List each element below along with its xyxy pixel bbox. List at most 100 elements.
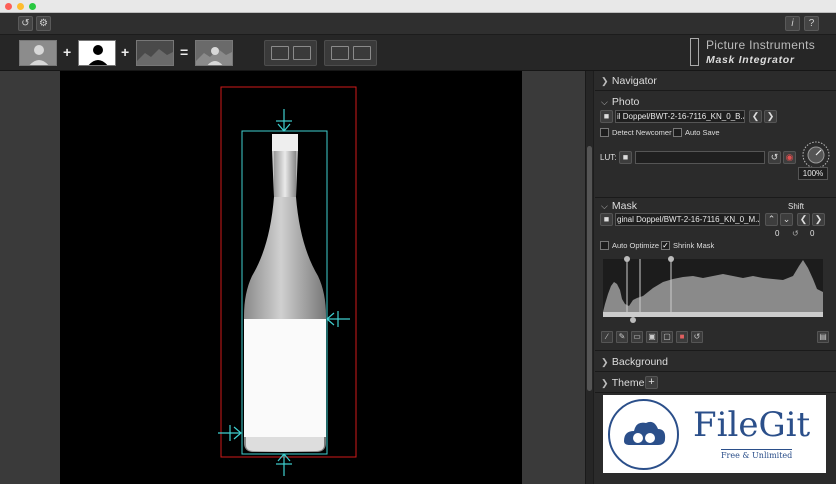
auto-optimize-label: Auto Optimize — [612, 241, 660, 250]
panel-scrollbar[interactable] — [586, 71, 594, 484]
eye-icon: ◉ — [785, 152, 794, 162]
theme-section: ❯ Theme + — [595, 373, 836, 393]
white-point-handle[interactable] — [668, 256, 674, 262]
lut-intensity-knob[interactable] — [801, 140, 831, 170]
close-window-button[interactable] — [5, 3, 12, 10]
chevron-right-icon: ❯ — [601, 76, 609, 86]
settings-button[interactable]: ⚙ — [36, 16, 51, 31]
minimize-window-button[interactable] — [17, 3, 24, 10]
brush-icon[interactable]: ∕ — [601, 331, 613, 343]
plus-operator: + — [121, 44, 130, 60]
photo-folder-button[interactable]: ■ — [600, 110, 613, 123]
add-theme-button[interactable]: + — [645, 376, 658, 389]
background-section: ❯ Background — [595, 352, 836, 372]
chevron-left-icon: ❮ — [799, 214, 808, 224]
lut-reset-button[interactable]: ↺ — [768, 151, 781, 164]
theme-header[interactable]: ❯ Theme — [601, 377, 644, 389]
chevron-left-icon: ❮ — [751, 111, 760, 121]
image-save-icon[interactable] — [293, 46, 311, 60]
bottle-label — [244, 319, 326, 437]
mask-export-icon[interactable]: ▤ — [817, 331, 829, 343]
lut-field[interactable] — [635, 151, 765, 164]
mask-folder-button[interactable]: ■ — [600, 213, 613, 226]
app-window: ↺ ⚙ i ? + + = Picture Instruments Mask I… — [0, 0, 836, 484]
undo-icon[interactable]: ↺ — [691, 331, 703, 343]
lut-preview-toggle[interactable]: ◉ — [783, 151, 796, 164]
photo-next-button[interactable]: ❯ — [764, 110, 777, 123]
photo-header[interactable]: ⌵ Photo — [601, 96, 639, 108]
auto-save-checkbox[interactable] — [673, 128, 682, 137]
workflow-bar: + + = Picture Instruments Mask Integrato… — [0, 35, 836, 71]
pencil-icon[interactable]: ✎ — [616, 331, 628, 343]
photo-prev-button[interactable]: ❮ — [749, 110, 762, 123]
background-thumbnail[interactable] — [136, 40, 174, 66]
app-logo: Picture Instruments Mask Integrator — [690, 37, 828, 69]
photo-file-field[interactable]: il Doppel/BWT-2-16-7116_KN_0_B.JPG — [615, 110, 745, 123]
filegit-watermark: FileGit Free & Unlimited — [603, 395, 826, 473]
silhouette-icon — [88, 45, 108, 65]
photo-section: ⌵ Photo ■ il Doppel/BWT-2-16-7116_KN_0_B… — [595, 92, 836, 198]
info-icon: i — [791, 18, 794, 29]
lut-label: LUT: — [600, 153, 617, 162]
background-header[interactable]: ❯ Background — [601, 356, 668, 368]
mask-file-field[interactable]: ginal Doppel/BWT-2-16-7116_KN_0_M.JPG — [615, 213, 760, 226]
shrink-mask-label: Shrink Mask — [673, 241, 715, 250]
landscape-icon — [137, 49, 173, 65]
reset-button[interactable]: ↺ — [18, 16, 33, 31]
title-bar — [0, 0, 836, 13]
detect-newcomer-label: Detect Newcomer — [612, 128, 672, 137]
photo-thumbnail[interactable] — [19, 40, 57, 66]
mask-add-icon[interactable]: ▣ — [646, 331, 658, 343]
watermark-name: FileGit — [693, 405, 811, 445]
mask-histogram[interactable] — [603, 254, 823, 324]
chevron-right-icon: ❯ — [766, 111, 775, 121]
folder-icon[interactable] — [331, 46, 349, 60]
black-point-handle[interactable] — [624, 256, 630, 262]
gear-icon: ⚙ — [39, 18, 48, 29]
watermark-tagline: Free & Unlimited — [721, 449, 793, 460]
canvas-area — [0, 71, 585, 484]
mask-invert-icon[interactable]: ■ — [676, 331, 688, 343]
plus-operator: + — [63, 44, 72, 60]
scrollbar-thumb[interactable] — [587, 146, 592, 391]
zoom-window-button[interactable] — [29, 3, 36, 10]
auto-optimize-checkbox[interactable] — [600, 241, 609, 250]
shift-right-button[interactable]: ❯ — [812, 213, 825, 226]
midtone-handle[interactable] — [630, 317, 636, 323]
image-open-icon[interactable] — [271, 46, 289, 60]
mask-subtract-icon[interactable]: ▢ — [661, 331, 673, 343]
lut-folder-button[interactable]: ■ — [619, 151, 632, 164]
info-button[interactable]: i — [785, 16, 800, 31]
mask-thumbnail[interactable] — [78, 40, 116, 66]
reset-icon: ↺ — [770, 152, 779, 162]
image-canvas[interactable] — [60, 71, 522, 484]
mask-header[interactable]: ⌵ Mask — [601, 200, 637, 212]
chevron-down-icon: ⌄ — [782, 214, 791, 224]
folder-save-icon[interactable] — [353, 46, 371, 60]
equals-operator: = — [180, 44, 189, 60]
plus-icon: + — [648, 376, 655, 388]
shift-down-button[interactable]: ⌄ — [780, 213, 793, 226]
auto-save-label: Auto Save — [685, 128, 720, 137]
lut-intensity-value[interactable]: 100% — [798, 167, 828, 180]
person-icon — [29, 45, 49, 65]
help-button[interactable]: ? — [804, 16, 819, 31]
eraser-icon[interactable]: ▭ — [631, 331, 643, 343]
help-icon: ? — [808, 18, 815, 29]
chevron-right-icon: ❯ — [601, 357, 609, 367]
shift-up-button[interactable]: ⌃ — [765, 213, 778, 226]
result-thumbnail[interactable] — [195, 40, 233, 66]
shift-reset-icon[interactable]: ↺ — [792, 229, 799, 238]
detect-newcomer-checkbox[interactable] — [600, 128, 609, 137]
bottle-base — [246, 437, 324, 451]
reset-icon: ↺ — [21, 18, 30, 29]
mask-preview — [218, 86, 357, 476]
navigator-header[interactable]: ❯ Navigator — [601, 75, 657, 87]
chevron-down-icon: ⌵ — [601, 97, 608, 107]
result-composite-icon — [196, 47, 232, 65]
shift-label: Shift — [788, 202, 805, 211]
chevron-up-icon: ⌃ — [767, 214, 776, 224]
top-toolbar: ↺ ⚙ i ? — [0, 13, 836, 35]
shift-left-button[interactable]: ❮ — [797, 213, 810, 226]
shrink-mask-checkbox[interactable]: ✓ — [661, 241, 670, 250]
